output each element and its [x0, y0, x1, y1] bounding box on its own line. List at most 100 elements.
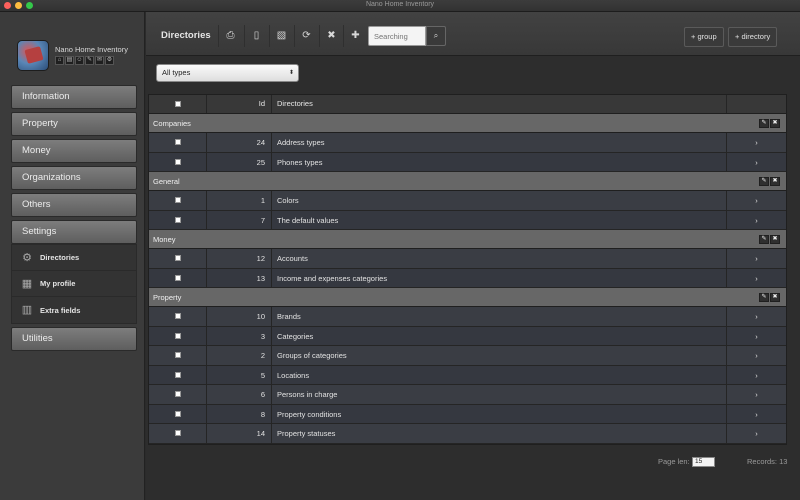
- table-row[interactable]: 25 Phones types ›: [149, 152, 786, 172]
- chevron-right-icon[interactable]: ›: [727, 366, 786, 385]
- edit-group-icon[interactable]: ✎: [759, 234, 769, 244]
- document-icon[interactable]: ▯: [244, 25, 268, 47]
- row-checkbox[interactable]: [174, 391, 181, 398]
- row-name[interactable]: Groups of categories: [272, 346, 727, 365]
- row-checkbox[interactable]: [174, 216, 181, 223]
- plus-icon[interactable]: ✚: [343, 25, 367, 47]
- delete-group-icon[interactable]: ✖: [770, 292, 780, 302]
- table-row[interactable]: 13 Income and expenses categories ›: [149, 268, 786, 288]
- group-actions: ✎ ✖: [759, 292, 780, 302]
- row-checkbox[interactable]: [174, 332, 181, 339]
- chevron-right-icon[interactable]: ›: [727, 133, 786, 152]
- page-length-select[interactable]: 15: [692, 457, 715, 467]
- table-row[interactable]: 7 The default values ›: [149, 210, 786, 230]
- row-checkbox[interactable]: [174, 197, 181, 204]
- chevron-right-icon[interactable]: ›: [727, 249, 786, 268]
- nav-item-utilities[interactable]: Utilities: [11, 327, 137, 351]
- main-nav: Information Property Money Organizations Oth…: [11, 85, 137, 354]
- chevron-right-icon[interactable]: ›: [727, 191, 786, 210]
- table-row[interactable]: 8 Property conditions ›: [149, 404, 786, 424]
- row-id: 2: [207, 346, 272, 365]
- chevron-right-icon[interactable]: ›: [727, 424, 786, 443]
- row-name[interactable]: Property statuses: [272, 424, 727, 443]
- chevron-right-icon[interactable]: ›: [727, 211, 786, 230]
- submenu-item-directories[interactable]: ⚙ Directories: [12, 245, 136, 271]
- table-row[interactable]: 12 Accounts ›: [149, 249, 786, 269]
- table-row[interactable]: 6 Persons in charge ›: [149, 385, 786, 405]
- chevron-right-icon[interactable]: ›: [727, 269, 786, 288]
- row-checkbox[interactable]: [174, 158, 181, 165]
- row-name[interactable]: Persons in charge: [272, 385, 727, 404]
- row-name[interactable]: Phones types: [272, 152, 727, 171]
- row-checkbox[interactable]: [174, 274, 181, 281]
- row-name[interactable]: Property conditions: [272, 404, 727, 423]
- row-select-cell: [149, 307, 207, 326]
- add-directory-button[interactable]: + directory: [728, 27, 778, 47]
- row-checkbox[interactable]: [174, 410, 181, 417]
- row-name[interactable]: Brands: [272, 307, 727, 326]
- submenu-item-extra-fields[interactable]: ▥ Extra fields: [12, 297, 136, 323]
- select-all-checkbox[interactable]: [174, 101, 181, 107]
- row-checkbox[interactable]: [174, 430, 181, 437]
- submenu-item-my-profile[interactable]: ▦ My profile: [12, 271, 136, 297]
- row-id: 1: [207, 191, 272, 210]
- chevron-right-icon[interactable]: ›: [727, 307, 786, 326]
- row-checkbox[interactable]: [174, 139, 181, 146]
- nav-item-settings[interactable]: Settings: [11, 220, 137, 244]
- nav-item-information[interactable]: Information: [11, 85, 137, 109]
- column-header-id[interactable]: Id: [207, 95, 272, 113]
- table-row[interactable]: 24 Address types ›: [149, 133, 786, 153]
- nav-item-others[interactable]: Others: [11, 193, 137, 217]
- settings-icon[interactable]: ⚙: [105, 56, 114, 65]
- chevron-right-icon[interactable]: ›: [727, 385, 786, 404]
- row-checkbox[interactable]: [174, 255, 181, 262]
- chevron-right-icon[interactable]: ›: [727, 346, 786, 365]
- table-row[interactable]: 1 Colors ›: [149, 191, 786, 211]
- close-icon[interactable]: ✖: [319, 25, 343, 47]
- chevron-right-icon[interactable]: ›: [727, 153, 786, 172]
- edit-group-icon[interactable]: ✎: [759, 292, 769, 302]
- excel-icon[interactable]: ▧: [269, 25, 293, 47]
- submenu-item-label: My profile: [40, 279, 76, 288]
- delete-group-icon[interactable]: ✖: [770, 176, 780, 186]
- home-icon[interactable]: ⌂: [55, 56, 64, 65]
- edit-group-icon[interactable]: ✎: [759, 118, 769, 128]
- row-name[interactable]: Accounts: [272, 249, 727, 268]
- row-name[interactable]: Income and expenses categories: [272, 268, 727, 287]
- row-name[interactable]: Colors: [272, 191, 727, 210]
- row-name[interactable]: Categories: [272, 326, 727, 345]
- wrench-icon[interactable]: ✎: [85, 56, 94, 65]
- row-id: 8: [207, 404, 272, 423]
- type-filter-value: All types: [162, 68, 191, 77]
- row-checkbox[interactable]: [174, 371, 181, 378]
- row-checkbox[interactable]: [174, 352, 181, 359]
- row-name[interactable]: Locations: [272, 365, 727, 384]
- chat-icon[interactable]: ✉: [95, 56, 104, 65]
- table-row[interactable]: 10 Brands ›: [149, 307, 786, 327]
- delete-group-icon[interactable]: ✖: [770, 118, 780, 128]
- print-icon[interactable]: ⎙: [218, 25, 242, 47]
- search-input[interactable]: [368, 26, 426, 46]
- chevron-right-icon[interactable]: ›: [727, 327, 786, 346]
- chevron-right-icon[interactable]: ›: [727, 405, 786, 424]
- table-row[interactable]: 14 Property statuses ›: [149, 424, 786, 444]
- table-row[interactable]: 5 Locations ›: [149, 365, 786, 385]
- refresh-icon[interactable]: ⟳: [294, 25, 318, 47]
- row-name[interactable]: Address types: [272, 133, 727, 152]
- users-icon[interactable]: ☺: [75, 56, 84, 65]
- table-row[interactable]: 3 Categories ›: [149, 326, 786, 346]
- building-icon[interactable]: ▤: [65, 56, 74, 65]
- nav-item-organizations[interactable]: Organizations: [11, 166, 137, 190]
- edit-group-icon[interactable]: ✎: [759, 176, 769, 186]
- search-icon[interactable]: ⌕: [426, 26, 446, 46]
- gears-icon: ⚙: [22, 251, 32, 264]
- add-group-button[interactable]: + group: [684, 27, 724, 47]
- column-header-directories[interactable]: Directories: [272, 95, 727, 113]
- table-row[interactable]: 2 Groups of categories ›: [149, 346, 786, 366]
- row-name[interactable]: The default values: [272, 210, 727, 229]
- nav-item-property[interactable]: Property: [11, 112, 137, 136]
- row-checkbox[interactable]: [174, 313, 181, 320]
- delete-group-icon[interactable]: ✖: [770, 234, 780, 244]
- type-filter-select[interactable]: All types ⬍: [156, 64, 299, 82]
- nav-item-money[interactable]: Money: [11, 139, 137, 163]
